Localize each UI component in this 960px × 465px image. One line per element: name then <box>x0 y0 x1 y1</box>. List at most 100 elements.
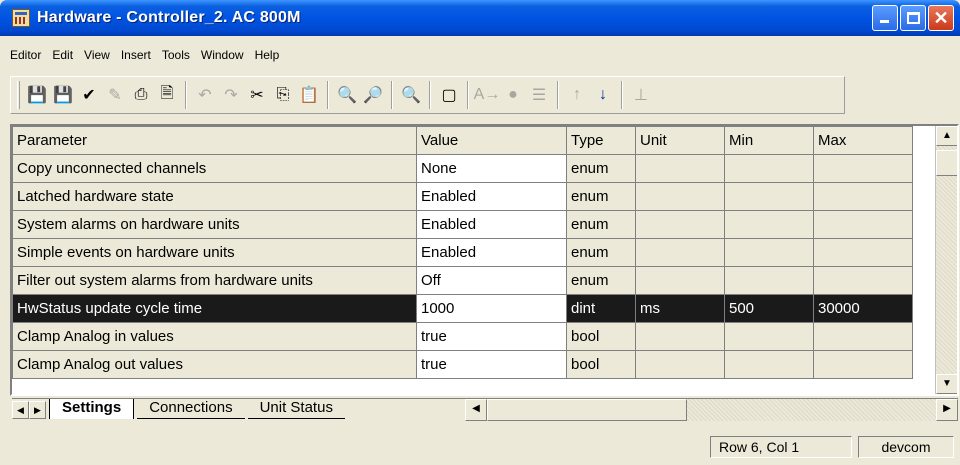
arrow-down-icon[interactable]: ↓ <box>590 81 616 109</box>
parameter-cell[interactable]: Copy unconnected channels <box>12 154 417 183</box>
column-header-max[interactable]: Max <box>813 126 913 155</box>
value-cell[interactable]: Enabled <box>416 210 567 239</box>
arrow-up-icon[interactable]: ↑ <box>564 81 590 109</box>
max-cell <box>813 210 913 239</box>
toolbar: 💾 💾 ✔ ✎ ⎙ 🗎 ↶ ↷ ✂ ⎘ 📋 🔍 🔎 🔍 ▢ A→ ● ☰ ↑ ↓… <box>10 76 845 114</box>
unit-cell <box>635 238 725 267</box>
type-cell: enum <box>566 182 636 211</box>
undo-icon[interactable]: ↶ <box>192 81 218 109</box>
table-row[interactable]: System alarms on hardware units Enabled … <box>12 210 913 239</box>
min-cell <box>724 182 814 211</box>
check-icon[interactable]: ✔ <box>76 81 102 109</box>
tree-icon[interactable]: ☰ <box>526 81 552 109</box>
find-icon[interactable]: 🔍 <box>334 81 360 109</box>
scroll-left-button[interactable]: ◀ <box>465 399 487 421</box>
anchor-icon[interactable]: ⊥ <box>628 81 654 109</box>
menu-window[interactable]: Window <box>201 48 244 62</box>
value-cell[interactable]: Enabled <box>416 238 567 267</box>
vertical-scrollbar[interactable]: ▲ ▼ <box>935 126 957 394</box>
tab-connections[interactable]: Connections <box>137 399 245 419</box>
value-edit-field[interactable]: 1000 <box>416 294 567 323</box>
column-header-value[interactable]: Value <box>416 126 567 155</box>
column-header-parameter[interactable]: Parameter <box>12 126 417 155</box>
parameter-cell[interactable]: Filter out system alarms from hardware u… <box>12 266 417 295</box>
print-icon[interactable]: ⎙ <box>128 81 154 109</box>
menu-insert[interactable]: Insert <box>121 48 151 62</box>
column-header-min[interactable]: Min <box>724 126 814 155</box>
scroll-up-button[interactable]: ▲ <box>936 126 957 146</box>
parameter-cell[interactable]: Simple events on hardware units <box>12 238 417 267</box>
value-cell[interactable]: Off <box>416 266 567 295</box>
parameter-cell[interactable]: Clamp Analog out values <box>12 350 417 379</box>
window-controls: ✕ <box>872 5 954 31</box>
type-cell: enum <box>566 238 636 267</box>
table-row[interactable]: Filter out system alarms from hardware u… <box>12 266 913 295</box>
title-bar[interactable]: Hardware - Controller_2. AC 800M ✕ <box>0 0 960 36</box>
table-row[interactable]: Simple events on hardware units Enabled … <box>12 238 913 267</box>
find-replace-icon[interactable]: 🔍 <box>398 81 424 109</box>
status-bar: Row 6, Col 1 devcom <box>0 433 960 461</box>
cursor-position: Row 6, Col 1 <box>710 436 852 458</box>
parameter-cell[interactable]: HwStatus update cycle time <box>12 294 417 323</box>
compile-icon[interactable]: ✎ <box>102 81 128 109</box>
column-header-type[interactable]: Type <box>566 126 636 155</box>
type-cell: enum <box>566 266 636 295</box>
type-cell: enum <box>566 210 636 239</box>
max-cell <box>813 182 913 211</box>
tab-scroll-right-button[interactable]: ▶ <box>29 401 46 419</box>
value-cell[interactable]: None <box>416 154 567 183</box>
type-cell: bool <box>566 350 636 379</box>
toolbar-separator <box>621 81 623 109</box>
tab-unit-status[interactable]: Unit Status <box>247 399 345 419</box>
redo-icon[interactable]: ↷ <box>218 81 244 109</box>
unit-cell <box>635 210 725 239</box>
toolbar-separator <box>185 81 187 109</box>
parameter-grid: Parameter Value Type Unit Min Max Copy u… <box>10 124 959 396</box>
tab-scroll-left-button[interactable]: ◀ <box>12 401 29 419</box>
scroll-right-button[interactable]: ▶ <box>936 399 958 421</box>
minimize-button[interactable] <box>872 5 898 31</box>
menu-tools[interactable]: Tools <box>162 48 190 62</box>
rename-icon[interactable]: A→ <box>474 81 501 109</box>
parameter-cell[interactable]: Clamp Analog in values <box>12 322 417 351</box>
find-next-icon[interactable]: 🔎 <box>360 81 386 109</box>
horizontal-scroll-thumb[interactable] <box>487 399 687 421</box>
value-cell[interactable]: true <box>416 350 567 379</box>
save-icon[interactable]: 💾 <box>24 81 50 109</box>
table-row[interactable]: Latched hardware state Enabled enum <box>12 182 913 211</box>
hardware-editor-icon <box>12 9 30 27</box>
menu-help[interactable]: Help <box>255 48 280 62</box>
max-cell <box>813 350 913 379</box>
print-preview-icon[interactable]: 🗎 <box>154 81 180 109</box>
table-row[interactable]: Clamp Analog in values true bool <box>12 322 913 351</box>
table-row[interactable]: Copy unconnected channels None enum <box>12 154 913 183</box>
toolbar-grip[interactable] <box>17 81 20 109</box>
table-row[interactable]: Clamp Analog out values true bool <box>12 350 913 379</box>
parameter-cell[interactable]: Latched hardware state <box>12 182 417 211</box>
unit-cell: ms <box>635 294 725 323</box>
maximize-button[interactable] <box>900 5 926 31</box>
tab-settings[interactable]: Settings <box>49 399 135 419</box>
parameter-cell[interactable]: System alarms on hardware units <box>12 210 417 239</box>
scroll-down-button[interactable]: ▼ <box>936 374 957 394</box>
column-header-unit[interactable]: Unit <box>635 126 725 155</box>
horizontal-scrollbar[interactable]: ◀ ▶ <box>465 399 958 421</box>
save-all-icon[interactable]: 💾 <box>50 81 76 109</box>
value-cell[interactable]: true <box>416 322 567 351</box>
menu-view[interactable]: View <box>84 48 110 62</box>
value-cell[interactable]: Enabled <box>416 182 567 211</box>
cut-icon[interactable]: ✂ <box>244 81 270 109</box>
close-button[interactable]: ✕ <box>928 5 954 31</box>
breakpoint-icon[interactable]: ● <box>500 81 526 109</box>
max-cell <box>813 154 913 183</box>
unit-cell <box>635 182 725 211</box>
menu-edit[interactable]: Edit <box>52 48 73 62</box>
parameter-table: Parameter Value Type Unit Min Max Copy u… <box>12 126 913 379</box>
menu-editor[interactable]: Editor <box>10 48 41 62</box>
vertical-scroll-thumb[interactable] <box>936 150 957 176</box>
copy-icon[interactable]: ⎘ <box>270 81 296 109</box>
max-cell <box>813 266 913 295</box>
interaction-window-icon[interactable]: ▢ <box>436 81 462 109</box>
table-row-selected[interactable]: HwStatus update cycle time 1000 dint ms … <box>12 294 913 323</box>
paste-icon[interactable]: 📋 <box>296 81 322 109</box>
